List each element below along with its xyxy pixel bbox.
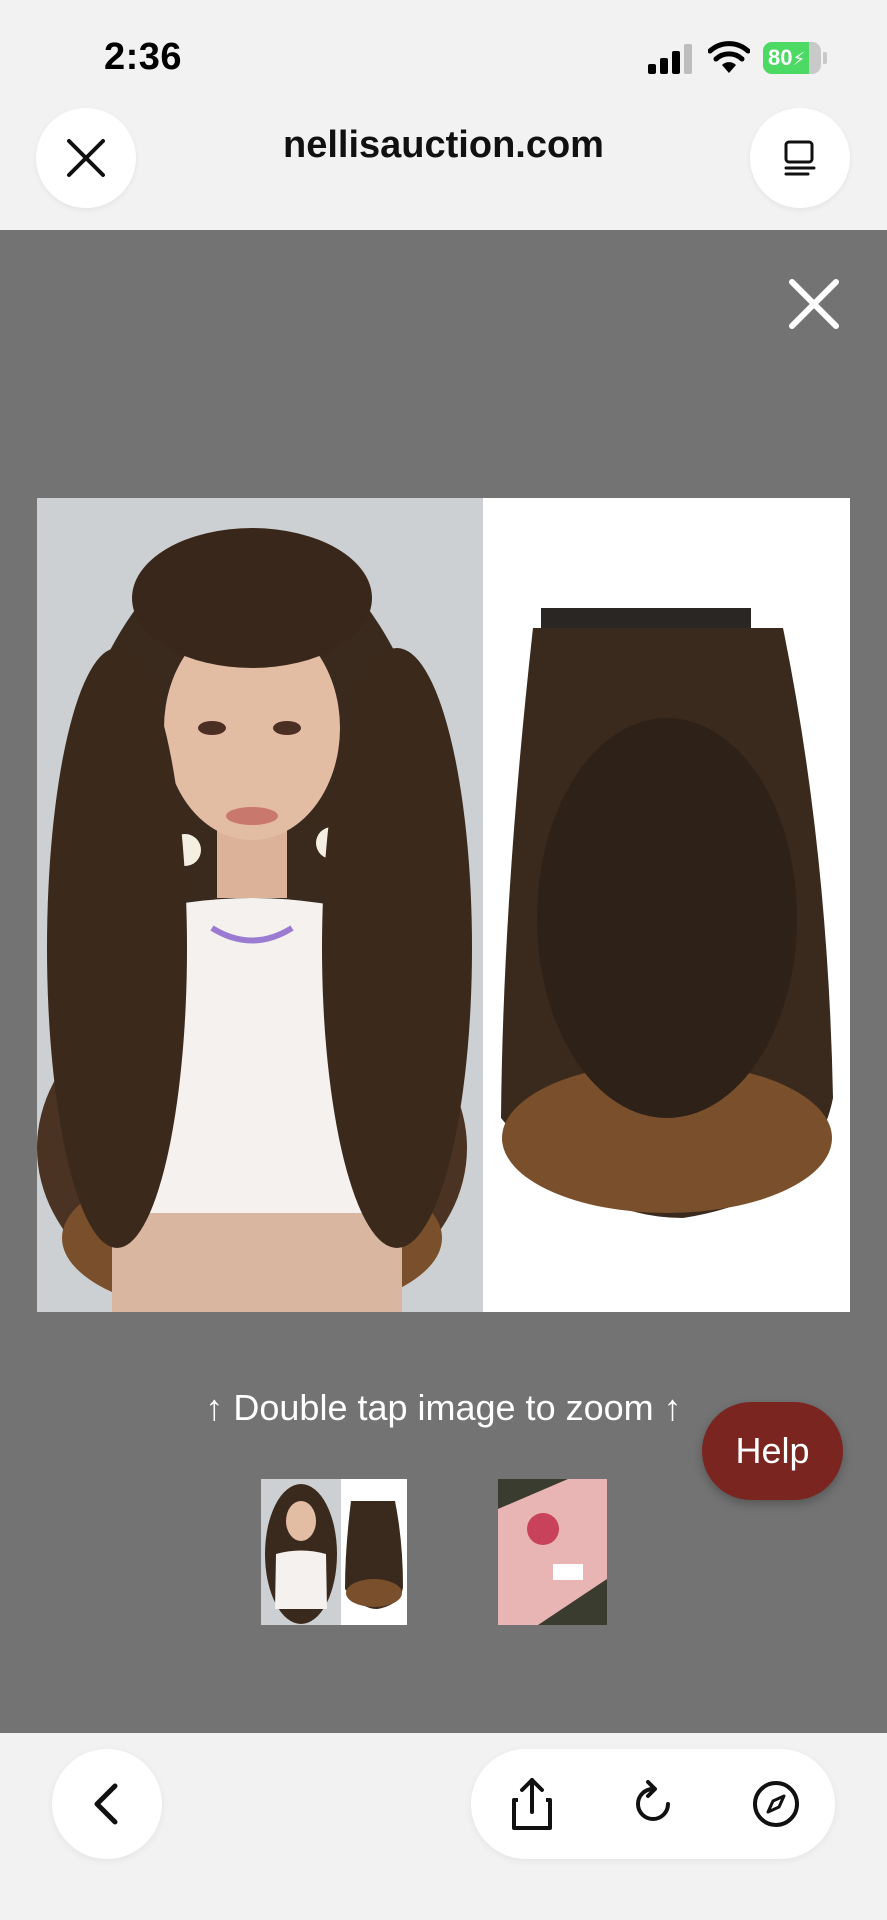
status-time: 2:36 bbox=[104, 36, 183, 78]
thumbnail-1[interactable] bbox=[261, 1479, 407, 1625]
battery-percent: 80 bbox=[768, 45, 793, 70]
compass-button[interactable] bbox=[748, 1776, 804, 1832]
help-button[interactable]: Help bbox=[702, 1402, 843, 1500]
status-bar: 2:36 80⚡ bbox=[0, 0, 887, 108]
back-button[interactable] bbox=[52, 1749, 162, 1859]
reload-button[interactable] bbox=[625, 1776, 681, 1832]
share-button[interactable] bbox=[504, 1776, 560, 1832]
browser-header: nellisauction.com bbox=[0, 108, 887, 230]
chevron-left-icon bbox=[94, 1783, 118, 1825]
action-pill bbox=[471, 1749, 835, 1859]
thumbnail-1-model bbox=[261, 1479, 341, 1625]
extensions-photo bbox=[483, 498, 850, 1312]
wifi-icon bbox=[707, 40, 751, 74]
compass-icon bbox=[753, 1781, 799, 1827]
main-product-image[interactable] bbox=[37, 498, 850, 1312]
image-gallery: ↑ Double tap image to zoom ↑ Help bbox=[0, 230, 887, 1733]
close-icon bbox=[789, 279, 839, 329]
reader-mode-icon bbox=[784, 140, 816, 176]
share-icon bbox=[512, 1778, 552, 1830]
bolt-icon: ⚡ bbox=[792, 49, 806, 69]
model-photo bbox=[37, 498, 483, 1312]
battery-indicator: 80⚡ bbox=[763, 42, 821, 74]
reload-icon bbox=[636, 1780, 670, 1821]
browser-toolbar bbox=[0, 1733, 887, 1920]
thumbnail-1-extensions bbox=[341, 1479, 407, 1625]
reader-mode-button[interactable] bbox=[750, 108, 850, 208]
battery-tip bbox=[823, 52, 827, 64]
gallery-close-button[interactable] bbox=[786, 276, 842, 332]
cellular-signal-icon bbox=[648, 44, 694, 74]
thumbnail-2[interactable] bbox=[498, 1479, 607, 1625]
